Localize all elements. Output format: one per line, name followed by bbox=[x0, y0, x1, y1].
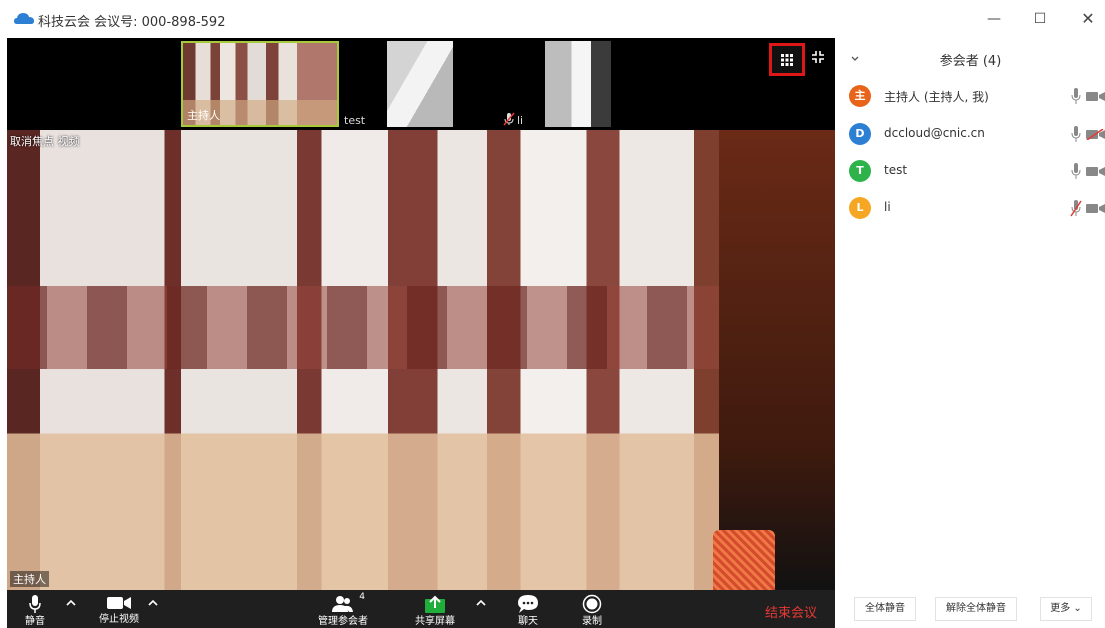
title-bar: 科技云会 会议号: 000-898-592 — ☐ ✕ bbox=[0, 0, 1105, 38]
unmute-all-button[interactable]: 解除全体静音 bbox=[935, 597, 1017, 621]
chevron-up-icon[interactable] bbox=[65, 598, 77, 608]
video-camera-icon bbox=[107, 597, 131, 609]
microphone-icon bbox=[29, 595, 41, 613]
participant-name: li bbox=[884, 200, 891, 214]
chevron-up-icon[interactable] bbox=[147, 598, 159, 608]
mic-muted-icon bbox=[503, 112, 515, 126]
avatar: 主 bbox=[849, 85, 871, 107]
thumbnail-li-label: li bbox=[517, 114, 524, 127]
more-button[interactable]: 更多 ⌄ bbox=[1040, 597, 1092, 621]
window-title: 科技云会 会议号: 000-898-592 bbox=[38, 15, 226, 30]
thumbnail-host[interactable]: 主持人 bbox=[181, 41, 339, 127]
record-label: 录制 bbox=[582, 616, 602, 627]
video-camera-icon[interactable] bbox=[1086, 203, 1105, 214]
meeting-toolbar: 静音 停止视频 4 管理参会者 共享屏幕 聊天 录制 结束会议 bbox=[7, 590, 835, 628]
thumbnail-strip: 主持人 test li bbox=[7, 38, 835, 130]
fullscreen-icon[interactable] bbox=[811, 50, 825, 64]
video-object bbox=[713, 530, 775, 590]
avatar: T bbox=[849, 160, 871, 182]
participant-row[interactable]: 主 主持人 (主持人, 我) bbox=[836, 83, 1105, 111]
cloud-logo-icon bbox=[14, 13, 34, 24]
minimize-button[interactable]: — bbox=[984, 10, 1004, 28]
participant-count-badge: 4 bbox=[359, 592, 365, 602]
panel-title: 参会者 (4) bbox=[939, 54, 1002, 69]
unfocus-video-label[interactable]: 取消焦点 视频 bbox=[10, 133, 80, 149]
participant-name: dccloud@cnic.cn bbox=[884, 126, 985, 140]
panel-footer: 全体静音 解除全体静音 更多 ⌄ bbox=[836, 590, 1105, 628]
participant-name: test bbox=[884, 163, 908, 177]
mute-label: 静音 bbox=[25, 616, 45, 627]
thumbnail-test-label: test bbox=[344, 114, 366, 127]
chat-label: 聊天 bbox=[518, 616, 538, 627]
avatar: L bbox=[849, 197, 871, 219]
mute-all-button[interactable]: 全体静音 bbox=[854, 597, 916, 621]
video-off-icon[interactable] bbox=[1086, 129, 1105, 140]
video-camera-icon[interactable] bbox=[1086, 166, 1105, 177]
mute-button[interactable]: 静音 bbox=[21, 594, 49, 628]
microphone-icon[interactable] bbox=[1070, 125, 1082, 143]
thumbnail-host-label: 主持人 bbox=[187, 109, 220, 122]
participant-row[interactable]: D dccloud@cnic.cn bbox=[836, 121, 1105, 149]
maximize-button[interactable]: ☐ bbox=[1030, 10, 1050, 28]
share-screen-button[interactable]: 共享屏幕 bbox=[411, 594, 459, 628]
chat-bubble-icon bbox=[518, 595, 538, 613]
participant-row[interactable]: L li bbox=[836, 195, 1105, 223]
main-video[interactable]: 取消焦点 视频 主持人 bbox=[7, 130, 835, 590]
chat-button[interactable]: 聊天 bbox=[511, 594, 545, 628]
thumbnail-li[interactable] bbox=[545, 41, 611, 127]
stop-video-button[interactable]: 停止视频 bbox=[93, 594, 145, 628]
share-screen-icon bbox=[425, 595, 445, 613]
manage-participants-button[interactable]: 4 管理参会者 bbox=[311, 592, 375, 628]
participant-name: 主持人 (主持人, 我) bbox=[884, 90, 989, 104]
chevron-up-icon[interactable] bbox=[475, 598, 487, 608]
main-speaker-label: 主持人 bbox=[10, 571, 49, 587]
stop-video-label: 停止视频 bbox=[99, 614, 139, 625]
manage-participants-label: 管理参会者 bbox=[318, 616, 368, 627]
video-area: 主持人 test li 取消焦点 视频 主持人 bbox=[7, 38, 835, 590]
close-button[interactable]: ✕ bbox=[1078, 10, 1098, 28]
grid-icon bbox=[781, 54, 793, 66]
share-screen-label: 共享屏幕 bbox=[415, 616, 455, 627]
end-meeting-button[interactable]: 结束会议 bbox=[765, 602, 817, 621]
gallery-view-button[interactable] bbox=[769, 43, 805, 76]
video-camera-icon[interactable] bbox=[1086, 91, 1105, 102]
avatar: D bbox=[849, 123, 871, 145]
participants-panel: 参会者 (4) 主 主持人 (主持人, 我) D dccloud@cnic.cn… bbox=[836, 38, 1105, 628]
record-icon bbox=[582, 594, 602, 614]
mic-muted-icon[interactable] bbox=[1070, 199, 1082, 217]
microphone-icon[interactable] bbox=[1070, 162, 1082, 180]
microphone-icon[interactable] bbox=[1070, 87, 1082, 105]
thumbnail-test[interactable] bbox=[387, 41, 453, 127]
record-button[interactable]: 录制 bbox=[575, 594, 609, 628]
participant-row[interactable]: T test bbox=[836, 158, 1105, 186]
participants-icon bbox=[332, 596, 353, 612]
